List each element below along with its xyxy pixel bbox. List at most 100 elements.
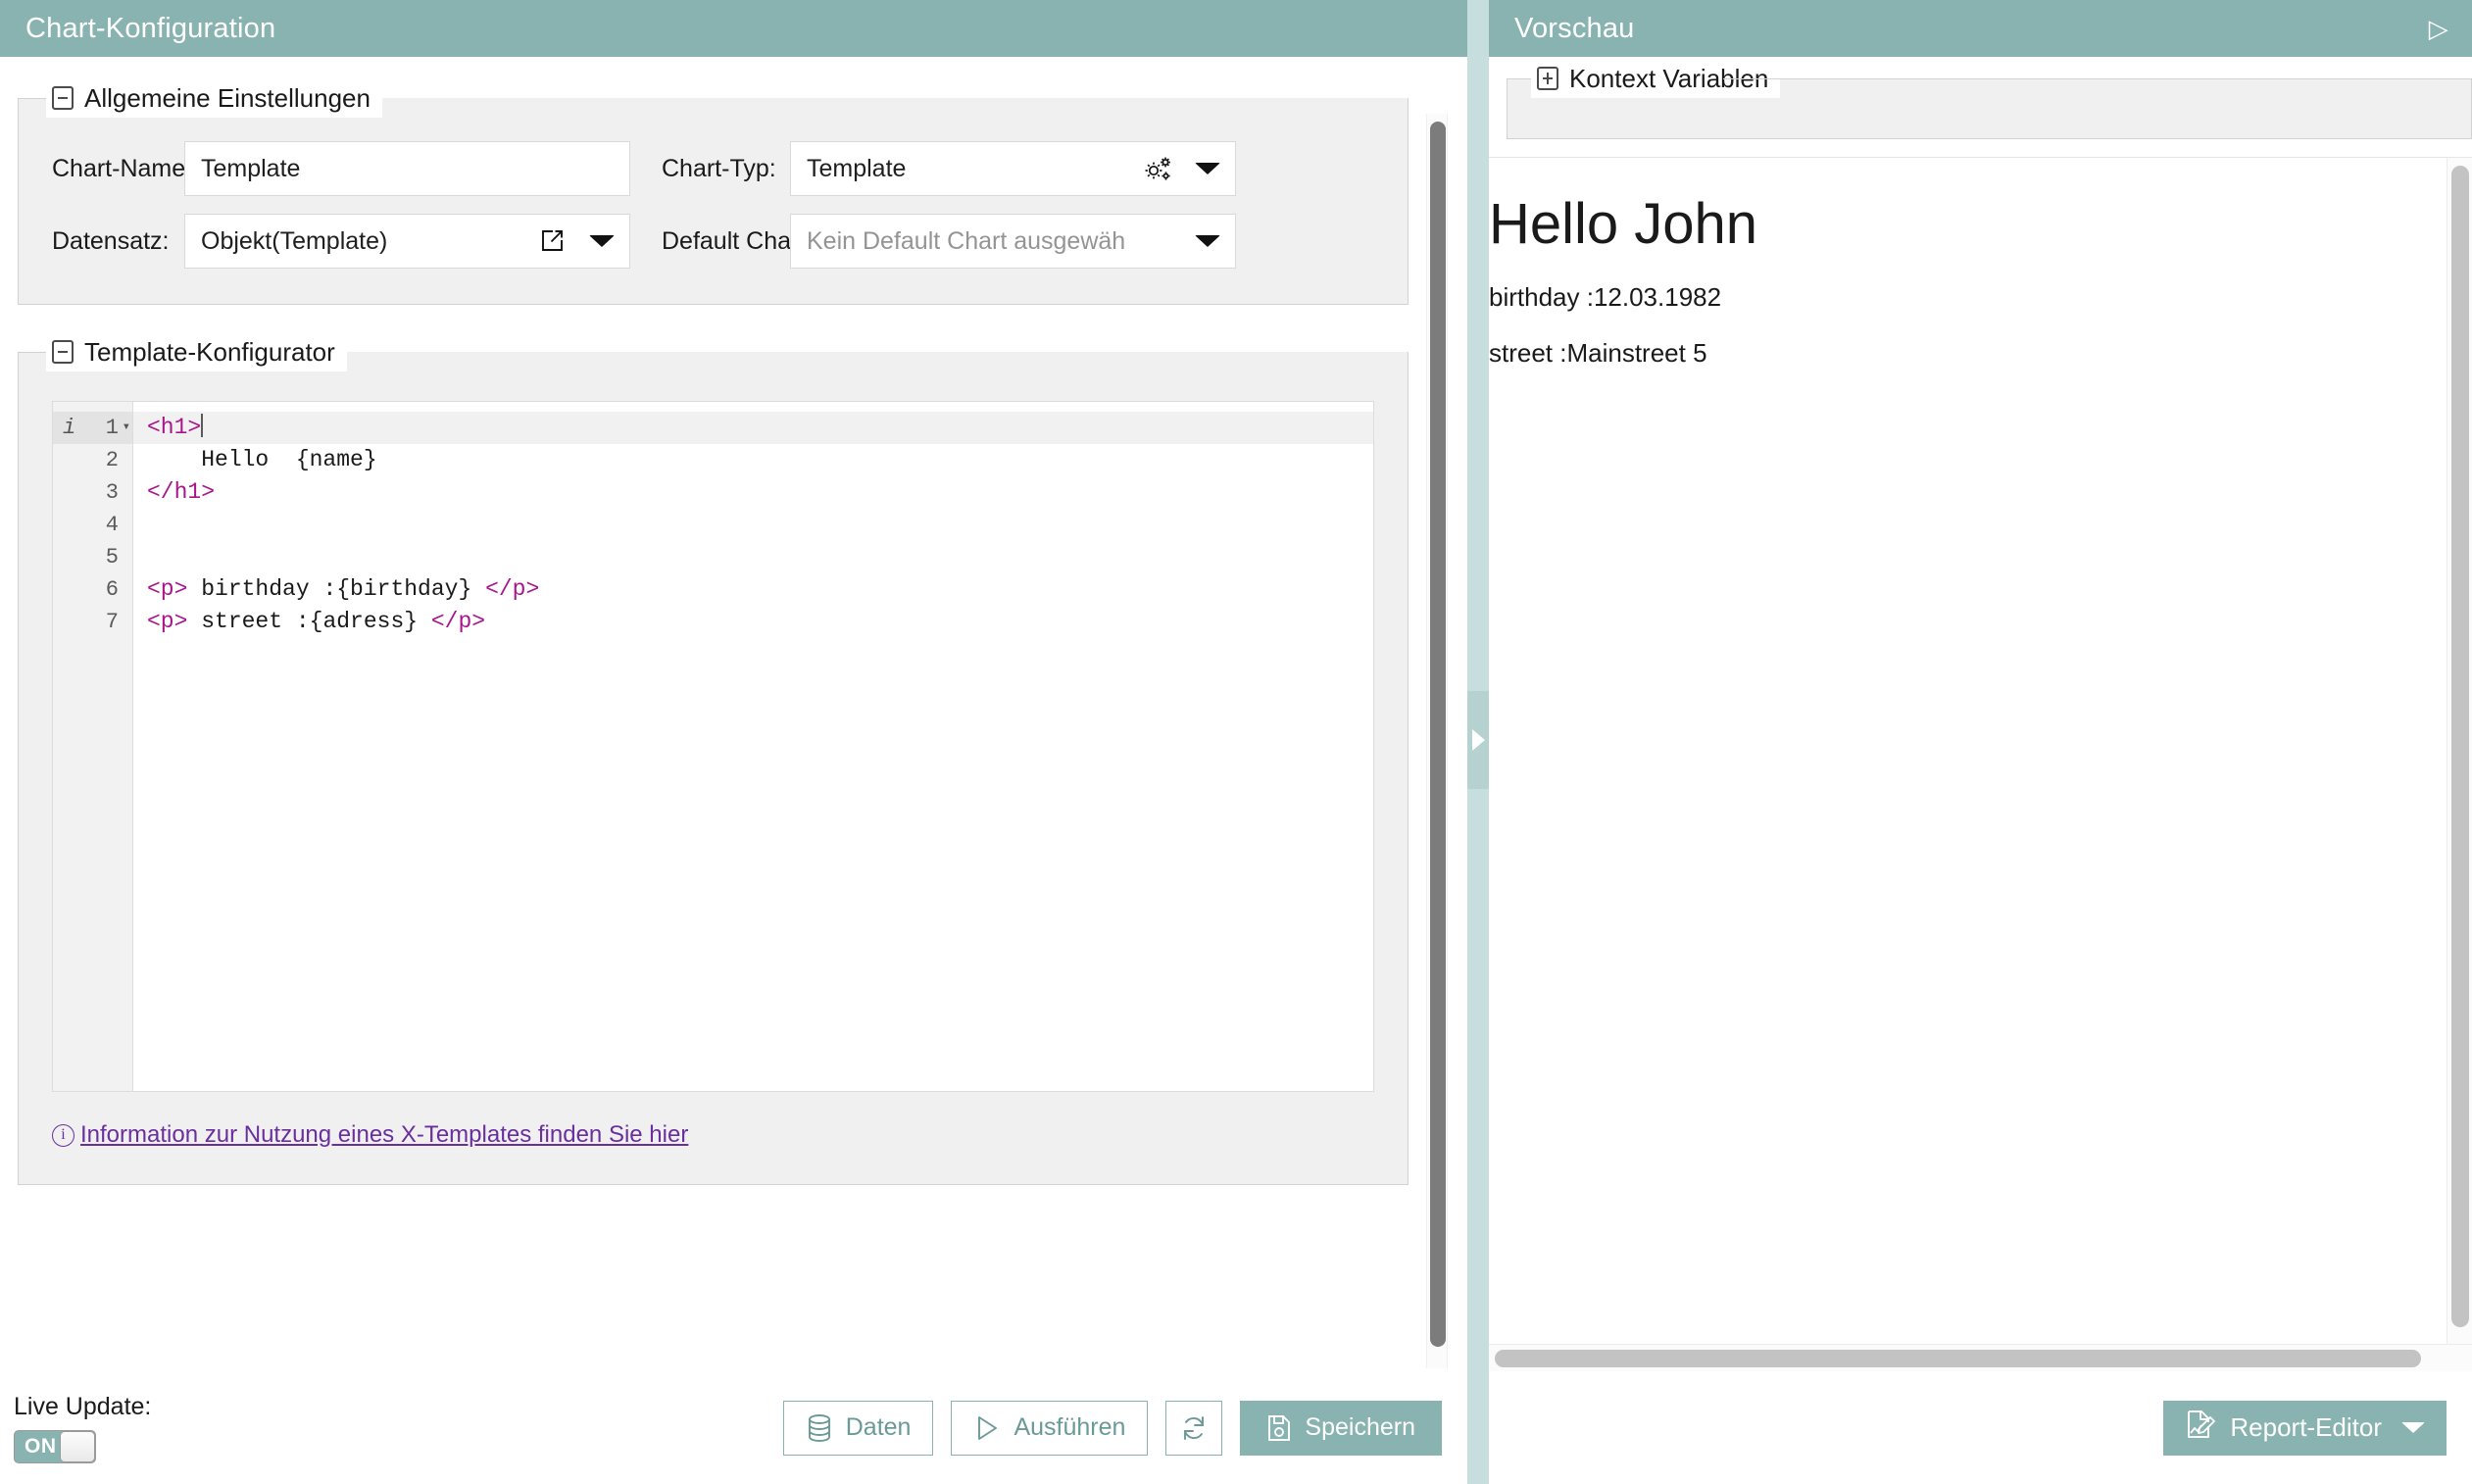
refresh-icon	[1179, 1413, 1209, 1443]
info-link-row[interactable]: i Information zur Nutzung eines X-Templa…	[52, 1121, 1374, 1149]
general-settings-legend[interactable]: Allgemeine Einstellungen	[46, 78, 382, 118]
preview-horizontal-scrollbar[interactable]	[1489, 1344, 2472, 1371]
chart-name-input[interactable]: Template	[184, 141, 630, 196]
left-panel-scrollbar-thumb[interactable]	[1430, 122, 1446, 1347]
context-variables-group: Kontext Variablen	[1507, 59, 2472, 139]
panel-splitter[interactable]	[1467, 0, 1489, 1484]
daten-button[interactable]: Daten	[782, 1400, 934, 1456]
preview-header: Vorschau ▷	[1489, 0, 2472, 57]
daten-button-label: Daten	[845, 1413, 912, 1441]
speichern-button[interactable]: Speichern	[1240, 1400, 1442, 1456]
text-cursor	[201, 414, 204, 437]
chart-type-value: Template	[807, 154, 907, 182]
default-chart-select[interactable]: Kein Default Chart ausgewäh	[790, 214, 1236, 269]
splitter-triangle-icon	[1471, 729, 1485, 751]
dataset-chevron-down-icon[interactable]	[574, 215, 629, 268]
code-token-tag: <h1>	[147, 415, 202, 440]
context-variables-title: Kontext Variablen	[1569, 63, 1769, 93]
default-chart-chevron-down-icon[interactable]	[1180, 215, 1235, 268]
database-icon	[806, 1413, 833, 1443]
preview-vertical-scrollbar-thumb[interactable]	[2451, 166, 2469, 1327]
dataset-value: Objekt(Template)	[201, 226, 388, 255]
editor-code-line: Hello {name}	[133, 444, 1373, 476]
dataset-row: Datensatz: Objekt(Template) Default Char…	[52, 214, 1374, 269]
editor-code-area[interactable]: <h1> Hello {name} </h1> <p> birthday :{bir…	[133, 402, 1373, 1091]
chart-type-select[interactable]: Template	[790, 141, 1236, 196]
editor-line-number: i 1 ▾	[53, 412, 132, 444]
live-update-control: Live Update: ON	[14, 1393, 151, 1463]
template-configurator-legend[interactable]: Template-Konfigurator	[46, 332, 347, 371]
save-disk-icon	[1266, 1413, 1292, 1443]
preview-content-area: Hello John birthday :12.03.1982 street :…	[1489, 157, 2472, 1344]
editor-line-number: 6	[105, 577, 119, 602]
splitter-expand-handle[interactable]	[1467, 691, 1489, 789]
template-configurator-group: Template-Konfigurator i 1 ▾ 2 3 4 5 6 7 <h1> Hel…	[18, 332, 1409, 1185]
code-token-tag: </h1>	[147, 479, 216, 505]
chart-type-chevron-down-icon[interactable]	[1180, 142, 1235, 195]
chart-configuration-panel: Chart-Konfiguration Allgemeine Einstellu…	[0, 0, 1467, 1484]
editor-code-line: <p> birthday :{birthday} </p>	[133, 573, 1373, 606]
context-variables-legend[interactable]: Kontext Variablen	[1531, 59, 1781, 98]
editor-line-number: 4	[105, 513, 119, 537]
code-token-tag: </p>	[430, 609, 486, 634]
template-configurator-title: Template-Konfigurator	[84, 336, 335, 367]
play-icon	[973, 1413, 1001, 1443]
editor-line-number: 5	[105, 545, 119, 569]
preview-title: Vorschau	[1514, 12, 1635, 44]
external-link-icon[interactable]	[529, 215, 574, 268]
collapse-minus-icon[interactable]	[52, 86, 74, 110]
dataset-select[interactable]: Objekt(Template)	[184, 214, 630, 269]
left-bottom-toolbar: Live Update: ON Daten Ausführen Speicher…	[0, 1371, 1467, 1484]
editor-line-info-icon: i	[63, 416, 76, 440]
preview-street-line: street :Mainstreet 5	[1489, 337, 1707, 368]
editor-line-number: 7	[105, 610, 119, 634]
live-update-state: ON	[25, 1434, 57, 1458]
chart-type-label: Chart-Typ:	[662, 154, 776, 182]
preview-birthday-line: birthday :12.03.1982	[1489, 281, 1722, 312]
expand-plus-icon[interactable]	[1537, 67, 1558, 90]
general-settings-group: Allgemeine Einstellungen Chart-Name: Tem…	[18, 78, 1409, 305]
live-update-label: Live Update:	[14, 1392, 152, 1420]
editor-code-line: <h1>	[133, 412, 1373, 444]
chart-configuration-header: Chart-Konfiguration	[0, 0, 1467, 57]
ausfuehren-button[interactable]: Ausführen	[951, 1400, 1149, 1456]
editor-line-number-gutter: i 1 ▾ 2 3 4 5 6 7	[53, 402, 133, 1091]
page-title: Chart-Konfiguration	[25, 12, 276, 44]
gears-settings-icon[interactable]	[1135, 142, 1180, 195]
live-update-toggle[interactable]: ON	[14, 1429, 96, 1463]
chart-name-label: Chart-Name:	[52, 154, 193, 182]
default-chart-placeholder: Kein Default Chart ausgewäh	[807, 226, 1126, 255]
report-editor-label: Report-Editor	[2230, 1412, 2382, 1442]
left-panel-vertical-scrollbar[interactable]	[1426, 114, 1448, 1368]
code-token-text: street :{adress}	[187, 609, 431, 634]
report-editor-chevron-down-icon[interactable]	[2401, 1422, 2425, 1433]
left-action-buttons: Daten Ausführen Speichern	[782, 1400, 1442, 1456]
editor-line-number: 3	[105, 480, 119, 505]
default-chart-label: Default Chart:	[662, 226, 814, 255]
preview-collapse-icon[interactable]: ▷	[2429, 16, 2448, 41]
preview-horizontal-scrollbar-thumb[interactable]	[1495, 1350, 2421, 1367]
code-token-text: Hello {name}	[147, 447, 377, 472]
x-template-info-link[interactable]: Information zur Nutzung eines X-Template…	[80, 1121, 688, 1149]
code-token-text: birthday :{birthday}	[187, 576, 486, 602]
toggle-knob[interactable]	[60, 1430, 95, 1462]
code-token-tag: <p>	[147, 576, 188, 602]
code-token-tag: </p>	[485, 576, 540, 602]
ausfuehren-button-label: Ausführen	[1014, 1413, 1126, 1441]
preview-document: Hello John birthday :12.03.1982 street :…	[1489, 158, 2472, 369]
general-settings-body: Chart-Name: Template Chart-Typ: Template	[19, 98, 1408, 304]
template-code-editor[interactable]: i 1 ▾ 2 3 4 5 6 7 <h1> Hello {name} </h1> <p> birt…	[52, 401, 1374, 1092]
general-settings-title: Allgemeine Einstellungen	[84, 82, 371, 113]
refresh-button[interactable]	[1165, 1400, 1223, 1456]
speichern-button-label: Speichern	[1305, 1413, 1415, 1441]
collapse-minus-icon[interactable]	[52, 340, 74, 364]
report-editor-button[interactable]: Report-Editor	[2163, 1400, 2447, 1456]
chart-configuration-content: Allgemeine Einstellungen Chart-Name: Tem…	[0, 57, 1436, 1185]
editor-code-line	[133, 509, 1373, 541]
chart-name-row: Chart-Name: Template Chart-Typ: Template	[52, 141, 1374, 196]
preview-vertical-scrollbar[interactable]	[2447, 158, 2472, 1344]
chart-configuration-app: Chart-Konfiguration Allgemeine Einstellu…	[0, 0, 2472, 1484]
editor-fold-arrow-icon[interactable]: ▾	[123, 412, 130, 444]
editor-code-line	[133, 541, 1373, 573]
info-icon: i	[52, 1123, 74, 1147]
